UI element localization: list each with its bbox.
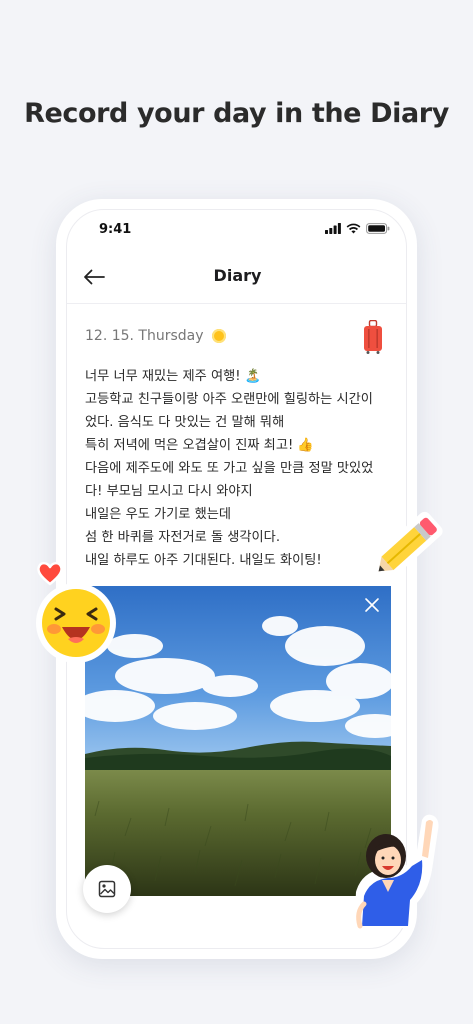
pencil-sticker — [368, 511, 443, 583]
entry-date-row: 12. 15. Thursday — [85, 328, 226, 344]
entry-line: 었다. 음식도 다 맛있는 건 말해 뭐해 — [85, 415, 285, 430]
signal-icon — [325, 223, 341, 234]
wifi-icon — [346, 223, 361, 234]
entry-line: 내일 하루도 아주 기대된다. 내일도 화이팅! — [85, 553, 322, 568]
sun-icon[interactable] — [211, 329, 226, 343]
entry-line: 다! 부모님 모시고 다시 와야지 — [85, 484, 253, 499]
status-time: 9:41 — [99, 222, 132, 237]
status-icons — [325, 223, 390, 234]
nav-bar: Diary — [67, 250, 406, 304]
headline: Record your day in the Diary — [24, 98, 449, 129]
entry-line: 특히 저녁에 먹은 오겹살이 진짜 최고! 👍 — [85, 438, 314, 453]
close-icon[interactable] — [363, 596, 381, 614]
entry-date: 12. 15. Thursday — [85, 328, 204, 344]
page-title: Diary — [213, 266, 262, 285]
entry-line: 너무 너무 재밌는 제주 여행! 🏝️ — [85, 369, 262, 384]
entry-body[interactable]: 너무 너무 재밌는 제주 여행! 🏝️ 고등학교 친구들이랑 아주 오랜만에 힐… — [85, 365, 395, 572]
battery-icon — [366, 223, 390, 234]
gallery-button[interactable] — [83, 865, 131, 913]
entry-line: 섬 한 바퀴를 자전거로 돌 생각이다. — [85, 530, 281, 545]
entry-line: 다음에 제주도에 와도 또 가고 싶을 만큼 정말 맛있었 — [85, 461, 374, 476]
suitcase-icon[interactable] — [363, 320, 383, 354]
entry-line: 내일은 우도 가기로 했는데 — [85, 507, 232, 522]
cheering-girl-sticker — [354, 814, 439, 929]
entry-line: 고등학교 친구들이랑 아주 오랜만에 힐링하는 시간이 — [85, 392, 373, 407]
laughing-face-sticker — [36, 583, 116, 663]
image-icon — [98, 880, 116, 898]
